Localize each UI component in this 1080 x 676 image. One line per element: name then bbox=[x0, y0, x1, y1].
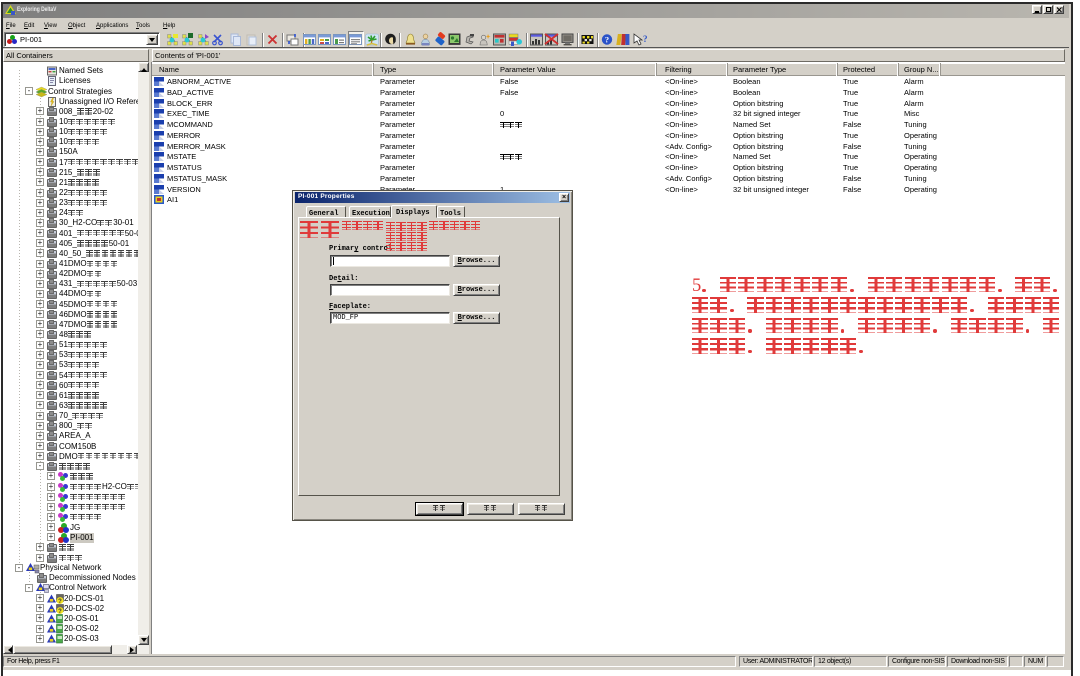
svg-text:?: ? bbox=[605, 34, 609, 44]
svg-text:?: ? bbox=[643, 34, 648, 44]
